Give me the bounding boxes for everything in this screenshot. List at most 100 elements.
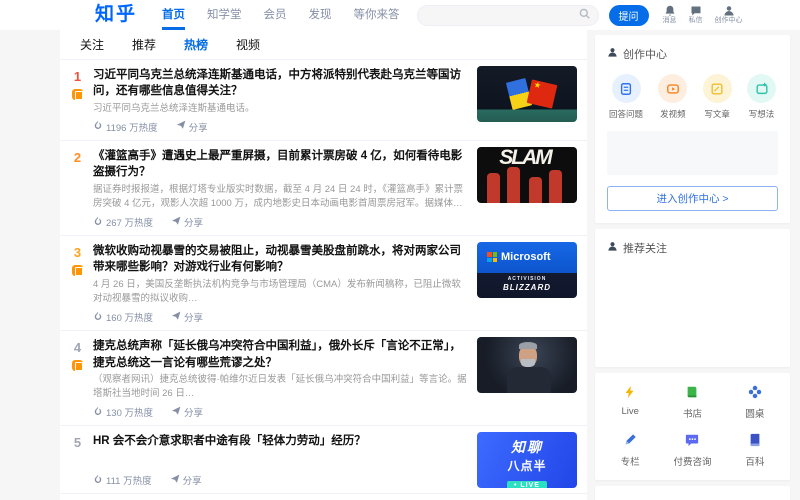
item-thumbnail-live[interactable]: 知聊 八点半 • LIVE — [477, 432, 577, 488]
item-stats: 111 万热度 分享 — [93, 469, 467, 487]
quick-link-column[interactable]: 专栏 — [599, 433, 661, 468]
search-input[interactable] — [426, 10, 579, 21]
question-title[interactable]: HR 会不会介意求职者中途有段「轻体力劳动」经历？ — [93, 433, 467, 449]
write-article-action[interactable]: 写文章 — [703, 74, 732, 120]
hair-silhouette — [519, 342, 537, 349]
question-title[interactable]: 捷克总统声称「延长俄乌冲突符合中国利益」，俄外长斥「言论不正常」，捷克总统这一言… — [93, 338, 467, 371]
nav-item-discover[interactable]: 发现 — [298, 0, 343, 30]
question-excerpt: 4 月 26 日，美国反垄断执法机构竞争与市场管理局（CMA）发布新闻稿称，已阻… — [93, 278, 467, 307]
slam-poster-text: SLAM — [477, 149, 575, 168]
player-silhouette — [487, 173, 500, 203]
feed-main-column: 关注 推荐 热榜 视频 1 习近平同乌克兰总统泽连斯基通电话，中方将派特别代表赴… — [60, 30, 587, 500]
rank-number: 1 — [64, 69, 91, 84]
activision-wordmark: ACTIVISION — [477, 276, 577, 282]
search-icon[interactable] — [579, 6, 590, 24]
hot-list-item[interactable]: 4 捷克总统声称「延长俄乌冲突符合中国利益」，俄外长斥「言论不正常」，捷克总统这… — [60, 331, 587, 426]
action-label: 写想法 — [749, 108, 775, 120]
heat-stat: 130 万热度 — [93, 405, 153, 419]
creator-center-menu-item[interactable]: 创作中心 — [715, 5, 743, 25]
item-thumbnail-flags[interactable]: ★ — [477, 66, 577, 122]
quick-link-bookstore[interactable]: 书店 — [661, 385, 723, 420]
rank-column: 3 — [64, 242, 91, 325]
nav-item-member[interactable]: 会员 — [253, 0, 298, 30]
ask-question-button[interactable]: 提问 — [609, 5, 649, 26]
person-plus-icon — [607, 241, 618, 255]
messages-menu-item[interactable]: 消息 — [663, 5, 677, 25]
item-thumbnail-slamdunk[interactable]: SLAM — [477, 147, 577, 203]
tab-hotlist[interactable]: 热榜 — [170, 36, 222, 53]
share-action[interactable]: 分享 — [176, 120, 208, 134]
quick-link-label: 百科 — [745, 454, 764, 468]
share-action[interactable]: 分享 — [171, 310, 203, 324]
my-favorites-link[interactable]: 我的收藏 — [609, 495, 776, 500]
tab-recommended[interactable]: 推荐 — [118, 36, 170, 53]
question-title[interactable]: 《灌篮高手》遭遇史上最严重屏摄，目前累计票房破 4 亿，如何看待电影盗摄行为？ — [93, 148, 467, 181]
creator-center-title: 创作中心 — [623, 46, 667, 62]
item-thumbnail-microsoft[interactable]: Microsoft ACTIVISION BLIZZARD — [477, 242, 577, 298]
share-icon — [171, 311, 181, 324]
quick-links-grid: Live 书店 圆桌 — [599, 385, 786, 468]
nav-item-zhixuetang[interactable]: 知学堂 — [196, 0, 253, 30]
quick-link-roundtable[interactable]: 圆桌 — [724, 385, 786, 420]
heat-flame-icon — [93, 474, 103, 487]
heat-stat: 160 万热度 — [93, 310, 153, 324]
question-title[interactable]: 习近平同乌克兰总统泽连斯基通电话，中方将派特别代表赴乌克兰等国访问，还有哪些信息… — [93, 67, 467, 100]
post-video-action[interactable]: 发视频 — [658, 74, 687, 120]
item-stats: 130 万热度 分享 — [93, 401, 467, 419]
heat-stat: 267 万热度 — [93, 215, 153, 229]
search-box[interactable] — [417, 5, 599, 26]
rank-number: 2 — [64, 150, 91, 165]
quick-link-paid-consult[interactable]: 付费咨询 — [661, 433, 723, 468]
item-body: 习近平同乌克兰总统泽连斯基通电话，中方将派特别代表赴乌克兰等国访问，还有哪些信息… — [91, 66, 477, 135]
heat-flame-icon — [93, 406, 103, 419]
answer-doc-icon — [612, 74, 641, 103]
recommend-follow-card: 推荐关注 — [595, 229, 790, 367]
question-title[interactable]: 微软收购动视暴雪的交易被阻止，动视暴雪美股盘前跳水，将对两家公司带来哪些影响？对… — [93, 243, 467, 276]
hot-list-item[interactable]: 5 HR 会不会介意求职者中途有段「轻体力劳动」经历？ 111 万热度 分享 — [60, 426, 587, 494]
hot-badge-icon — [72, 89, 83, 100]
action-label: 发视频 — [660, 108, 686, 120]
microsoft-logo-icon — [487, 252, 497, 262]
blue-book-icon — [748, 433, 762, 450]
zhihu-logo[interactable]: 知乎 — [95, 0, 137, 30]
share-action[interactable]: 分享 — [170, 473, 202, 487]
hot-list-item[interactable]: 3 微软收购动视暴雪的交易被阻止，动视暴雪美股盘前跳水，将对两家公司带来哪些影响… — [60, 236, 587, 331]
quick-link-encyclopedia[interactable]: 百科 — [724, 433, 786, 468]
heat-value: 267 万热度 — [106, 215, 153, 229]
note-plus-icon — [747, 74, 776, 103]
hot-list-item[interactable]: 1 习近平同乌克兰总统泽连斯基通电话，中方将派特别代表赴乌克兰等国访问，还有哪些… — [60, 60, 587, 141]
share-label: 分享 — [183, 473, 202, 487]
write-idea-action[interactable]: 写想法 — [747, 74, 776, 120]
my-shortcuts-card: 我的收藏 ? 我关注的问题 我的邀请 — [595, 486, 790, 500]
chat-square-icon — [685, 433, 699, 450]
player-silhouette — [549, 170, 562, 203]
hot-list: 1 习近平同乌克兰总统泽连斯基通电话，中方将派特别代表赴乌克兰等国访问，还有哪些… — [60, 60, 587, 500]
tab-following[interactable]: 关注 — [66, 36, 118, 53]
quick-link-live[interactable]: Live — [599, 385, 661, 420]
lightning-icon — [623, 385, 637, 402]
rank-column: 1 — [64, 66, 91, 135]
hot-badge-icon — [72, 360, 83, 371]
heat-flame-icon — [93, 311, 103, 324]
share-label: 分享 — [184, 215, 203, 229]
share-label: 分享 — [184, 405, 203, 419]
answer-question-action[interactable]: 回答问题 — [609, 74, 643, 120]
enter-creator-center-button[interactable]: 进入创作中心 > — [607, 186, 778, 211]
private-message-menu-item[interactable]: 私信 — [689, 5, 703, 25]
item-stats: 1196 万热度 分享 — [93, 116, 467, 134]
tab-video[interactable]: 视频 — [222, 36, 274, 53]
item-thumbnail-president[interactable] — [477, 337, 577, 393]
recommend-follow-title: 推荐关注 — [623, 240, 667, 256]
nav-item-answer[interactable]: 等你来答 — [343, 0, 411, 30]
hot-list-item[interactable]: 6 如何看待淄博文旅局发布《致广大游客朋友的一封信》，称「五一客流量已超出接待能… — [60, 494, 587, 500]
share-action[interactable]: 分享 — [171, 405, 203, 419]
user-menu: 消息 私信 创作中心 — [663, 5, 743, 25]
nav-item-home[interactable]: 首页 — [151, 0, 196, 30]
share-action[interactable]: 分享 — [171, 215, 203, 229]
item-body: 微软收购动视暴雪的交易被阻止，动视暴雪美股盘前跳水，将对两家公司带来哪些影响？对… — [91, 242, 477, 325]
hot-list-item[interactable]: 2 《灌篮高手》遭遇史上最严重屏摄，目前累计票房破 4 亿，如何看待电影盗摄行为… — [60, 141, 587, 236]
live-title-line2: 八点半 — [477, 457, 577, 474]
player-silhouette — [507, 167, 520, 203]
share-icon — [171, 406, 181, 419]
rank-column: 2 — [64, 147, 91, 230]
